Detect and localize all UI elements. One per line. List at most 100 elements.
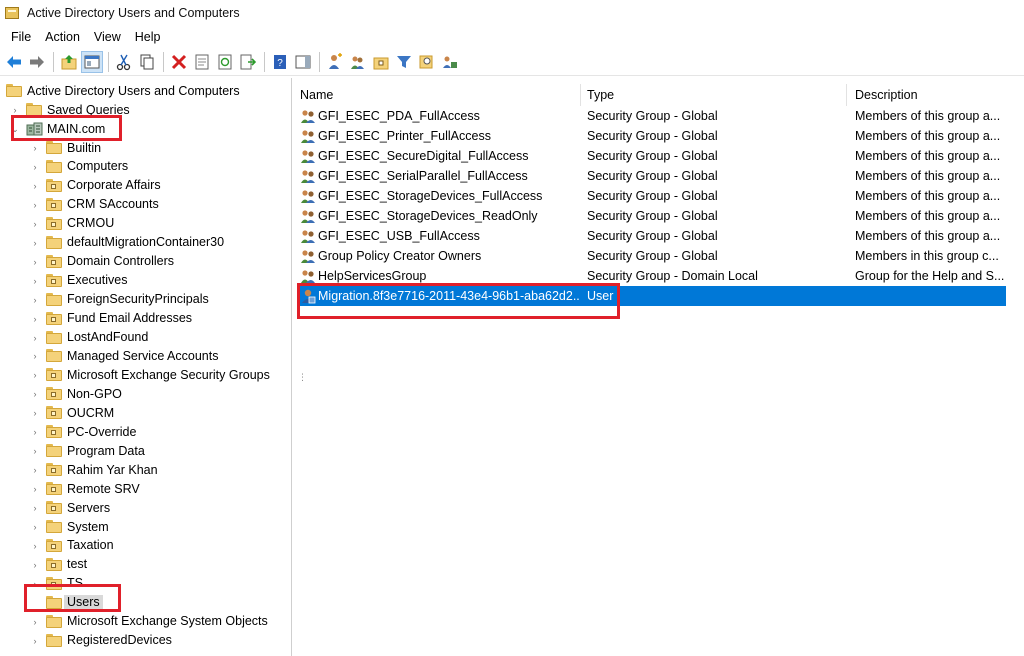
- chevron-right-icon[interactable]: ›: [30, 617, 40, 627]
- filter-icon[interactable]: [393, 51, 415, 73]
- export-list-icon[interactable]: [237, 51, 259, 73]
- find-icon[interactable]: [416, 51, 438, 73]
- chevron-right-icon[interactable]: ›: [30, 503, 40, 513]
- list-row[interactable]: GFI_ESEC_SerialParallel_FullAccess Securi…: [298, 166, 1006, 186]
- chevron-right-icon[interactable]: ›: [30, 636, 40, 646]
- tree-item[interactable]: › Rahim Yar Khan: [0, 460, 290, 479]
- menu-file[interactable]: File: [4, 26, 38, 48]
- tree-item[interactable]: › TS: [0, 574, 290, 593]
- list-row[interactable]: GFI_ESEC_USB_FullAccess Security Group - …: [298, 226, 1006, 246]
- domain-icon: [26, 121, 43, 136]
- list-row[interactable]: GFI_ESEC_Printer_FullAccess Security Grou…: [298, 126, 1006, 146]
- tree-item[interactable]: › Remote SRV: [0, 479, 290, 498]
- results-pane[interactable]: Name Type Description GFI_ESEC_PDA_FullA…: [294, 78, 1024, 656]
- tree-item[interactable]: › Microsoft Exchange Security Groups: [0, 365, 290, 384]
- chevron-down-icon[interactable]: ⌄: [10, 124, 20, 134]
- list-row[interactable]: GFI_ESEC_StorageDevices_ReadOnly Security…: [298, 206, 1006, 226]
- chevron-right-icon[interactable]: ›: [30, 295, 40, 305]
- chevron-right-icon[interactable]: ›: [30, 181, 40, 191]
- action-pane-icon[interactable]: [292, 51, 314, 73]
- chevron-right-icon[interactable]: ›: [30, 238, 40, 248]
- chevron-right-icon[interactable]: ›: [30, 560, 40, 570]
- help-icon[interactable]: ?: [269, 51, 291, 73]
- column-header-description[interactable]: Description: [849, 84, 1024, 106]
- tree-item[interactable]: › System: [0, 517, 290, 536]
- console-tree[interactable]: Active Directory Users and Computers › S…: [0, 78, 292, 656]
- column-header-name[interactable]: Name: [294, 84, 581, 106]
- tree-item[interactable]: › Domain Controllers: [0, 252, 290, 271]
- tree-item[interactable]: › Program Data: [0, 441, 290, 460]
- cell-type: Security Group - Global: [587, 109, 718, 123]
- back-arrow-icon[interactable]: [3, 51, 25, 73]
- show-console-tree-icon[interactable]: [81, 50, 103, 73]
- list-row[interactable]: GFI_ESEC_PDA_FullAccess Security Group - …: [298, 106, 1006, 126]
- tree-item[interactable]: › Taxation: [0, 536, 290, 555]
- refresh-icon[interactable]: [214, 51, 236, 73]
- tree-item[interactable]: › Microsoft Exchange System Objects: [0, 612, 290, 631]
- chevron-right-icon[interactable]: ›: [30, 351, 40, 361]
- menu-view[interactable]: View: [87, 26, 128, 48]
- tree-item[interactable]: › CRMOU: [0, 214, 290, 233]
- chevron-right-icon[interactable]: ›: [30, 465, 40, 475]
- chevron-right-icon[interactable]: ›: [30, 484, 40, 494]
- tree-item[interactable]: › OUCRM: [0, 403, 290, 422]
- forward-arrow-icon[interactable]: [26, 51, 48, 73]
- chevron-right-icon[interactable]: ›: [30, 200, 40, 210]
- tree-item[interactable]: Users: [0, 593, 290, 612]
- tree-item[interactable]: › Managed Service Accounts: [0, 346, 290, 365]
- list-row[interactable]: Group Policy Creator Owners Security Grou…: [298, 246, 1006, 266]
- properties-icon[interactable]: [191, 51, 213, 73]
- tree-item[interactable]: › Executives: [0, 271, 290, 290]
- chevron-right-icon[interactable]: ›: [30, 276, 40, 286]
- tree-item[interactable]: › Computers: [0, 157, 290, 176]
- tree-item-domain[interactable]: ⌄ MAIN.com: [0, 119, 290, 138]
- chevron-right-icon[interactable]: ›: [30, 219, 40, 229]
- chevron-right-icon[interactable]: ›: [30, 314, 40, 324]
- list-row[interactable]: GFI_ESEC_StorageDevices_FullAccess Securi…: [298, 186, 1006, 206]
- tree-item[interactable]: › Builtin: [0, 138, 290, 157]
- chevron-right-icon[interactable]: ›: [30, 408, 40, 418]
- tree-item[interactable]: › Corporate Affairs: [0, 176, 290, 195]
- column-header-type[interactable]: Type: [581, 84, 847, 106]
- chevron-right-icon[interactable]: ›: [30, 427, 40, 437]
- up-folder-icon[interactable]: [58, 51, 80, 73]
- tree-item[interactable]: › ForeignSecurityPrincipals: [0, 290, 290, 309]
- tree-item-label: Computers: [67, 159, 129, 174]
- tree-item[interactable]: › Fund Email Addresses: [0, 309, 290, 328]
- tree-item[interactable]: › defaultMigrationContainer30: [0, 233, 290, 252]
- chevron-right-icon[interactable]: ›: [30, 579, 40, 589]
- chevron-right-icon[interactable]: ›: [30, 257, 40, 267]
- tree-item[interactable]: › LostAndFound: [0, 328, 290, 347]
- add-to-group-icon[interactable]: [439, 51, 461, 73]
- tree-root[interactable]: Active Directory Users and Computers: [0, 81, 290, 100]
- cut-icon[interactable]: [113, 51, 135, 73]
- menu-action[interactable]: Action: [38, 26, 87, 48]
- chevron-right-icon[interactable]: ›: [30, 333, 40, 343]
- chevron-right-icon[interactable]: ›: [30, 541, 40, 551]
- list-row[interactable]: HelpServicesGroup Security Group - Domain…: [298, 266, 1006, 286]
- new-group-icon[interactable]: [347, 51, 369, 73]
- new-user-icon[interactable]: [324, 51, 346, 73]
- tree-item-label: Executives: [67, 273, 128, 288]
- tree-item[interactable]: › Non-GPO: [0, 384, 290, 403]
- tree-item-label: Taxation: [67, 538, 114, 553]
- chevron-right-icon[interactable]: ›: [30, 162, 40, 172]
- chevron-right-icon[interactable]: ›: [10, 105, 20, 115]
- chevron-right-icon[interactable]: ›: [30, 446, 40, 456]
- tree-item[interactable]: › PC-Override: [0, 422, 290, 441]
- tree-item[interactable]: › Servers: [0, 498, 290, 517]
- tree-item-saved-queries[interactable]: › Saved Queries: [0, 100, 290, 119]
- chevron-right-icon[interactable]: ›: [30, 143, 40, 153]
- tree-item[interactable]: › test: [0, 555, 290, 574]
- tree-item[interactable]: › RegisteredDevices: [0, 631, 290, 650]
- new-ou-icon[interactable]: [370, 51, 392, 73]
- chevron-right-icon[interactable]: ›: [30, 389, 40, 399]
- list-row[interactable]: GFI_ESEC_SecureDigital_FullAccess Securit…: [298, 146, 1006, 166]
- list-row[interactable]: Migration.8f3e7716-2011-43e4-96b1-aba62d…: [298, 286, 1006, 306]
- chevron-right-icon[interactable]: ›: [30, 522, 40, 532]
- copy-icon[interactable]: [136, 51, 158, 73]
- chevron-right-icon[interactable]: ›: [30, 370, 40, 380]
- tree-item[interactable]: › CRM SAccounts: [0, 195, 290, 214]
- delete-icon[interactable]: [168, 51, 190, 73]
- menu-help[interactable]: Help: [128, 26, 168, 48]
